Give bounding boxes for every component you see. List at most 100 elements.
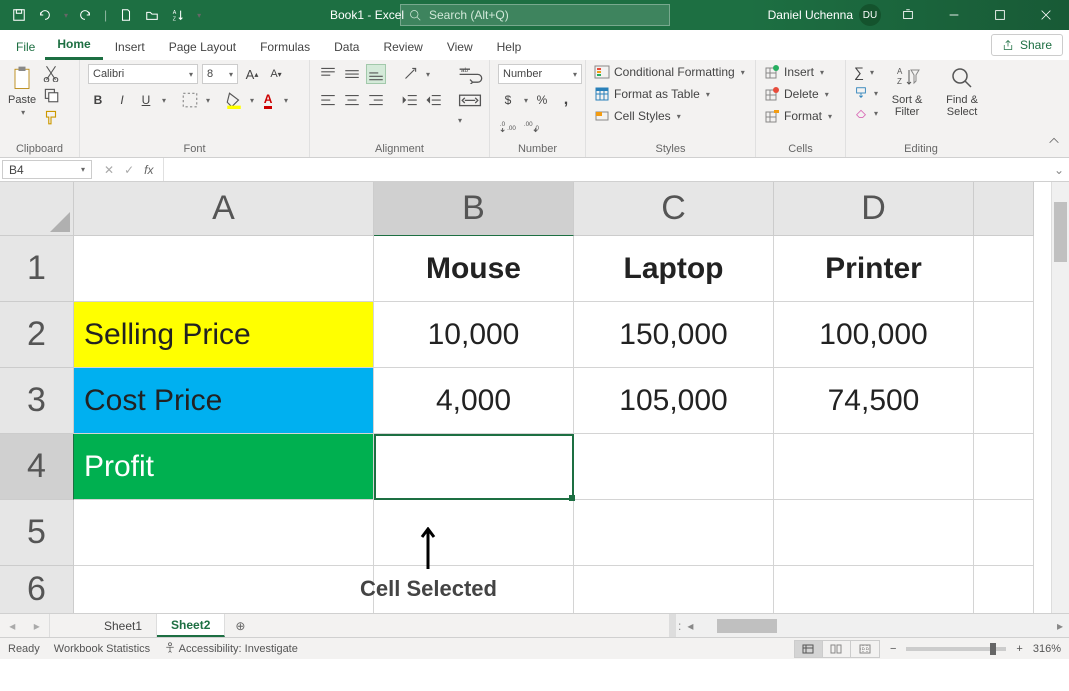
cell-b6[interactable] [374,566,574,613]
page-layout-view-icon[interactable] [823,641,851,657]
wrap-text-icon[interactable]: ab [456,64,484,84]
cell-e4[interactable] [974,434,1034,500]
align-right-icon[interactable] [366,90,386,110]
align-bottom-icon[interactable] [366,64,386,84]
cell-e3[interactable] [974,368,1034,434]
vertical-scrollbar[interactable] [1051,182,1069,613]
col-header-b[interactable]: B [374,182,574,236]
increase-font-icon[interactable]: A▴ [242,64,262,84]
tab-insert[interactable]: Insert [103,34,157,60]
tab-data[interactable]: Data [322,34,371,60]
row-header-1[interactable]: 1 [0,236,74,302]
cancel-formula-icon[interactable]: ✕ [104,163,114,177]
cell-a2[interactable]: Selling Price [74,302,374,368]
italic-button[interactable]: I [112,90,132,110]
cell-c5[interactable] [574,500,774,566]
decrease-decimal-icon[interactable]: .00.0 [522,116,542,136]
underline-button[interactable]: U [136,90,156,110]
bold-button[interactable]: B [88,90,108,110]
copy-icon[interactable] [42,86,60,104]
tab-formulas[interactable]: Formulas [248,34,322,60]
decrease-indent-icon[interactable] [400,90,420,110]
cell-d2[interactable]: 100,000 [774,302,974,368]
col-header-d[interactable]: D [774,182,974,236]
number-format-combo[interactable]: Number▾ [498,64,582,84]
fill-button[interactable]: ▾ [854,86,878,100]
tab-help[interactable]: Help [485,34,534,60]
col-header-c[interactable]: C [574,182,774,236]
cell-d4[interactable] [774,434,974,500]
cell-c2[interactable]: 150,000 [574,302,774,368]
cell-c3[interactable]: 105,000 [574,368,774,434]
cell-styles-button[interactable]: Cell Styles▾ [594,108,681,124]
row-header-4[interactable]: 4 [0,434,74,500]
orientation-icon[interactable] [400,64,420,84]
cell-a6[interactable] [74,566,374,613]
undo-dropdown-icon[interactable]: ▾ [62,11,68,20]
ribbon-display-options-icon[interactable] [885,0,931,30]
name-box[interactable]: B4▾ [2,160,92,179]
cell-d5[interactable] [774,500,974,566]
select-all-corner[interactable] [0,182,74,236]
cell-a3[interactable]: Cost Price [74,368,374,434]
cell-d6[interactable] [774,566,974,613]
format-cells-button[interactable]: Format▾ [764,108,832,124]
increase-indent-icon[interactable] [424,90,444,110]
horizontal-scrollbar[interactable]: : ◂ ▸ [669,614,1069,637]
align-left-icon[interactable] [318,90,338,110]
cell-b3[interactable]: 4,000 [374,368,574,434]
collapse-ribbon-icon[interactable] [1047,134,1061,151]
cell-b2[interactable]: 10,000 [374,302,574,368]
cell-e5[interactable] [974,500,1034,566]
cell-d1[interactable]: Printer [774,236,974,302]
cell-e1[interactable] [974,236,1034,302]
undo-icon[interactable] [36,6,54,24]
tab-review[interactable]: Review [371,34,434,60]
align-top-icon[interactable] [318,64,338,84]
sort-icon[interactable]: AZ [169,6,187,24]
cell-b1[interactable]: Mouse [374,236,574,302]
page-break-view-icon[interactable] [851,641,879,657]
merge-center-icon[interactable] [456,90,484,110]
clear-button[interactable]: ▾ [854,106,878,120]
col-header-e[interactable] [974,182,1034,236]
zoom-level[interactable]: 316% [1033,643,1061,655]
currency-icon[interactable]: $ [498,90,518,110]
open-file-icon[interactable] [143,6,161,24]
cut-icon[interactable] [42,64,60,82]
redo-icon[interactable] [76,6,94,24]
format-as-table-button[interactable]: Format as Table▾ [594,86,710,102]
row-header-3[interactable]: 3 [0,368,74,434]
increase-decimal-icon[interactable]: .0.00 [498,116,518,136]
sheet-nav[interactable]: ◂▸ [0,614,50,637]
cell-c1[interactable]: Laptop [574,236,774,302]
font-size-combo[interactable]: 8▾ [202,64,238,84]
tab-home[interactable]: Home [45,31,102,60]
cell-e2[interactable] [974,302,1034,368]
sheet-tab-2[interactable]: Sheet2 [157,614,225,637]
insert-function-icon[interactable]: fx [144,163,153,177]
sheet-tab-1[interactable]: Sheet1 [90,614,157,637]
cell-d3[interactable]: 74,500 [774,368,974,434]
borders-icon[interactable] [180,90,200,110]
expand-formula-bar-icon[interactable]: ⌄ [1049,158,1069,181]
status-accessibility[interactable]: Accessibility: Investigate [164,642,298,655]
font-color-icon[interactable]: A [258,90,278,110]
cell-c4[interactable] [574,434,774,500]
zoom-out-button[interactable]: − [890,643,896,655]
row-header-6[interactable]: 6 [0,566,74,613]
minimize-button[interactable] [931,0,977,30]
share-button[interactable]: Share [991,34,1063,56]
normal-view-icon[interactable] [795,641,823,657]
font-name-combo[interactable]: Calibri▾ [88,64,198,84]
file-tab[interactable]: File [6,34,45,60]
close-button[interactable] [1023,0,1069,30]
zoom-in-button[interactable]: + [1016,643,1022,655]
percent-icon[interactable]: % [532,90,552,110]
align-middle-icon[interactable] [342,64,362,84]
maximize-button[interactable] [977,0,1023,30]
decrease-font-icon[interactable]: A▾ [266,64,286,84]
cell-e6[interactable] [974,566,1034,613]
align-center-icon[interactable] [342,90,362,110]
search-input[interactable]: Search (Alt+Q) [400,4,670,26]
